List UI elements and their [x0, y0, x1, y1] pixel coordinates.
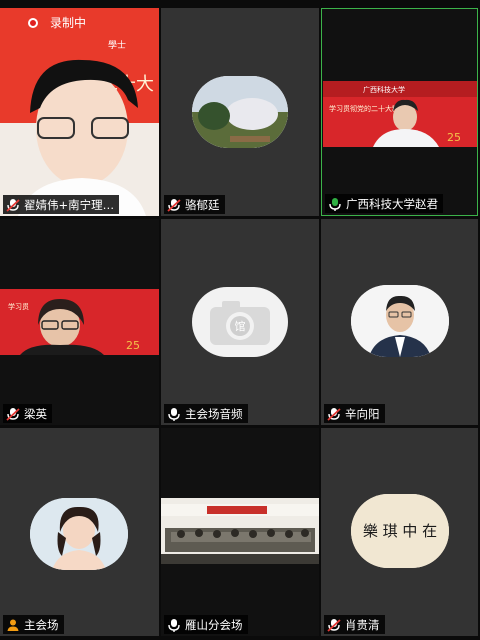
- person-icon: [7, 619, 19, 631]
- participant-name: 骆郁廷: [185, 197, 220, 212]
- participant-name: 主会场音频: [185, 406, 243, 421]
- mic-off-icon: [327, 407, 341, 421]
- avatar-landscape: [192, 76, 288, 148]
- video-feed-3: 广西科技大学 学习贯彻党的二十大精神 25: [323, 81, 477, 147]
- participant-label: 梁英: [3, 404, 52, 423]
- recording-indicator: 录制中: [28, 14, 86, 31]
- svg-text:25: 25: [447, 131, 461, 144]
- participant-tile-4[interactable]: 学习贯 25 梁英: [0, 219, 159, 425]
- participant-label: 主会场: [3, 615, 64, 634]
- participant-name: 广西科技大学赵君: [346, 196, 438, 211]
- participant-label: 肖贵清: [324, 615, 385, 634]
- video-grid: 大十二论习学 學士 录制中 翟婧伟+南宁理…: [0, 0, 480, 640]
- video-feed-4: 学习贯 25: [0, 289, 159, 355]
- svg-text:學士: 學士: [108, 39, 126, 51]
- svg-text:樂 琪 中 在: 樂 琪 中 在: [363, 522, 437, 540]
- participant-label: 辛向阳: [324, 404, 385, 423]
- recording-dot-icon: [28, 17, 38, 28]
- participant-tile-5[interactable]: 馆 主会场音频: [161, 219, 319, 425]
- mic-on-icon: [329, 197, 341, 211]
- video-feed-1: 大十二论习学 學士: [0, 8, 159, 216]
- participant-label: 主会场音频: [164, 404, 248, 423]
- participant-tile-2[interactable]: 骆郁廷: [161, 8, 319, 216]
- participant-tile-9[interactable]: 樂 琪 中 在 肖贵清: [321, 428, 478, 636]
- svg-text:学习贯: 学习贯: [8, 302, 29, 311]
- mic-muted-icon: [168, 407, 180, 421]
- avatar-image: [351, 285, 449, 357]
- svg-text:馆: 馆: [235, 319, 246, 333]
- mic-off-icon: [327, 618, 341, 632]
- avatar-camera: 馆: [192, 287, 288, 357]
- avatar-calligraphy: 樂 琪 中 在: [351, 494, 449, 568]
- participant-label: 骆郁廷: [164, 195, 225, 214]
- calligraphy-avatar-image: 樂 琪 中 在: [351, 494, 449, 568]
- participant-tile-7[interactable]: 主会场: [0, 428, 159, 636]
- svg-text:25: 25: [126, 339, 140, 352]
- participant-tile-1[interactable]: 大十二论习学 學士 录制中 翟婧伟+南宁理…: [0, 8, 159, 216]
- mic-muted-icon: [168, 618, 180, 632]
- participant-name: 翟婧伟+南宁理…: [24, 197, 115, 212]
- participant-name: 辛向阳: [345, 406, 380, 421]
- participant-tile-8[interactable]: 雁山分会场: [161, 428, 319, 636]
- participant-name: 主会场: [24, 617, 59, 632]
- avatar-child: [30, 498, 128, 570]
- participant-tile-6[interactable]: 辛向阳: [321, 219, 478, 425]
- avatar-portrait: [351, 285, 449, 357]
- participant-tile-3[interactable]: 广西科技大学 学习贯彻党的二十大精神 25 广西科技大学赵君: [321, 8, 478, 216]
- participant-label: 翟婧伟+南宁理…: [3, 195, 120, 214]
- video-feed-8: [161, 498, 319, 564]
- recording-text: 录制中: [50, 16, 87, 30]
- participant-label: 广西科技大学赵君: [325, 194, 443, 213]
- avatar-image: [192, 76, 288, 148]
- mic-off-icon: [167, 198, 181, 212]
- mic-off-icon: [6, 407, 20, 421]
- participant-name: 肖贵清: [345, 617, 380, 632]
- camera-avatar-icon: 馆: [210, 301, 270, 345]
- participant-label: 雁山分会场: [164, 615, 248, 634]
- participant-name: 雁山分会场: [185, 617, 243, 632]
- avatar-image: [30, 498, 128, 570]
- svg-text:广西科技大学: 广西科技大学: [363, 85, 405, 94]
- participant-name: 梁英: [24, 406, 47, 421]
- mic-off-icon: [6, 198, 20, 212]
